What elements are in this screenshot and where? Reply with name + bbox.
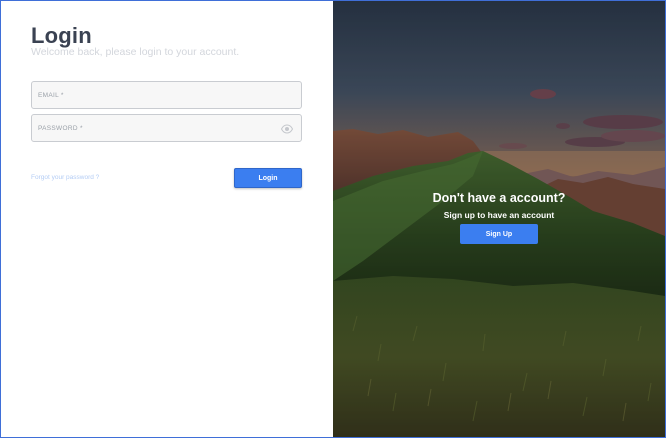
- app-window: Login Welcome back, please login to your…: [0, 0, 666, 438]
- password-input[interactable]: [32, 115, 301, 141]
- signup-panel: Don't have a account? Sign up to have an…: [333, 1, 665, 437]
- password-field-container: [31, 114, 302, 142]
- forgot-password-link[interactable]: Forgot your password ?: [31, 174, 99, 181]
- email-field-container: [31, 81, 302, 109]
- eye-icon[interactable]: [281, 123, 293, 135]
- signup-subheading: Sign up to have an account: [443, 210, 555, 220]
- signup-button[interactable]: Sign Up: [460, 224, 538, 244]
- login-panel: Login Welcome back, please login to your…: [1, 1, 333, 437]
- email-input[interactable]: [32, 82, 301, 108]
- signup-heading: Don't have a account?: [432, 191, 566, 205]
- login-button[interactable]: Login: [234, 168, 302, 188]
- page-subtitle: Welcome back, please login to your accou…: [31, 46, 240, 58]
